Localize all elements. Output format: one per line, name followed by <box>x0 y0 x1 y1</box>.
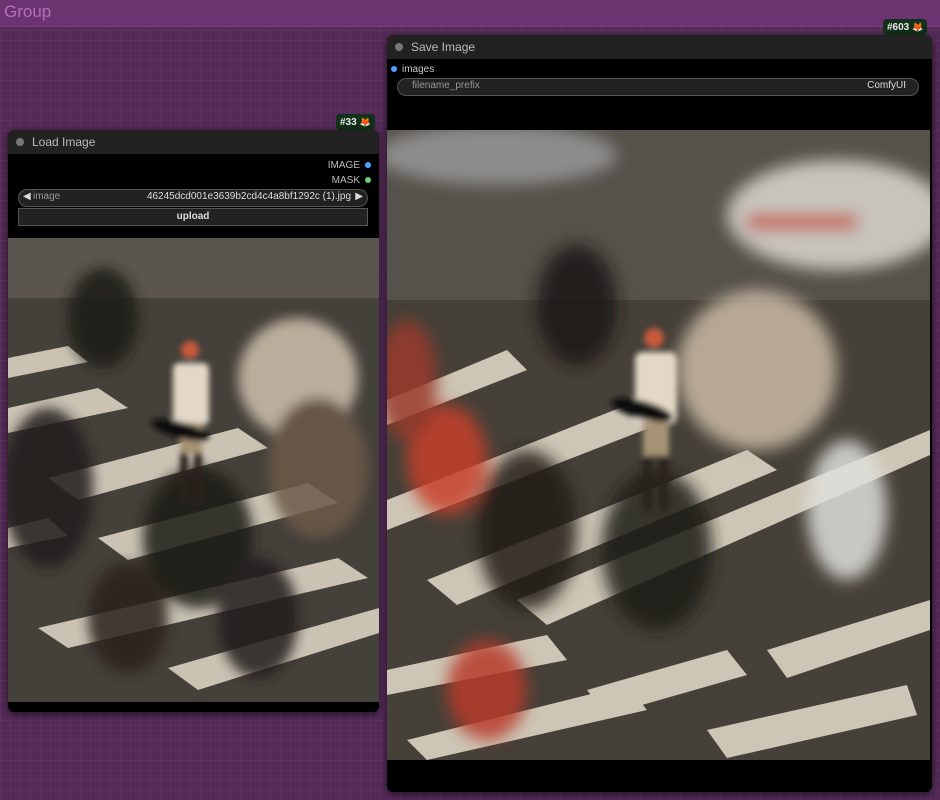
load-node-badge: #33 🦊 <box>336 114 375 130</box>
group-title: Group <box>4 2 52 21</box>
image-combo-widget[interactable]: ◀ image 46245dcd001e3639b2cd4c4a8bf1292c… <box>18 189 368 207</box>
fox-icon: 🦊 <box>912 22 924 32</box>
save-image-title-bar[interactable]: Save Image <box>387 35 932 59</box>
slot-dot-icon[interactable] <box>365 177 371 184</box>
saved-image-preview <box>387 130 930 760</box>
collapse-dot-icon[interactable] <box>395 43 403 51</box>
node-title: Load Image <box>32 135 96 149</box>
slot-dot-icon[interactable] <box>365 162 371 169</box>
save-image-node[interactable]: Save Image images filename_prefix ComfyU… <box>387 35 932 792</box>
upload-button[interactable]: upload <box>18 208 368 226</box>
arrow-left-icon[interactable]: ◀ <box>23 191 31 202</box>
arrow-right-icon[interactable]: ▶ <box>355 191 363 202</box>
input-slot-images[interactable]: images <box>391 64 434 75</box>
loaded-image-preview <box>8 238 379 702</box>
collapse-dot-icon[interactable] <box>16 138 24 146</box>
output-slot-mask[interactable]: MASK <box>332 175 371 186</box>
crosswalk-photo <box>387 130 930 760</box>
group-header[interactable]: Group <box>0 0 940 27</box>
load-image-node[interactable]: Load Image IMAGE MASK ◀ image 46245dcd00… <box>8 130 379 712</box>
node-title: Save Image <box>411 40 476 54</box>
crosswalk-photo <box>8 238 379 702</box>
slot-dot-icon[interactable] <box>391 66 397 73</box>
filename-prefix-widget[interactable]: filename_prefix ComfyUI <box>397 78 919 96</box>
save-node-badge: #603 🦊 <box>883 19 928 35</box>
output-slot-image[interactable]: IMAGE <box>328 160 371 171</box>
load-image-title-bar[interactable]: Load Image <box>8 130 379 154</box>
fox-icon: 🦊 <box>359 117 371 127</box>
